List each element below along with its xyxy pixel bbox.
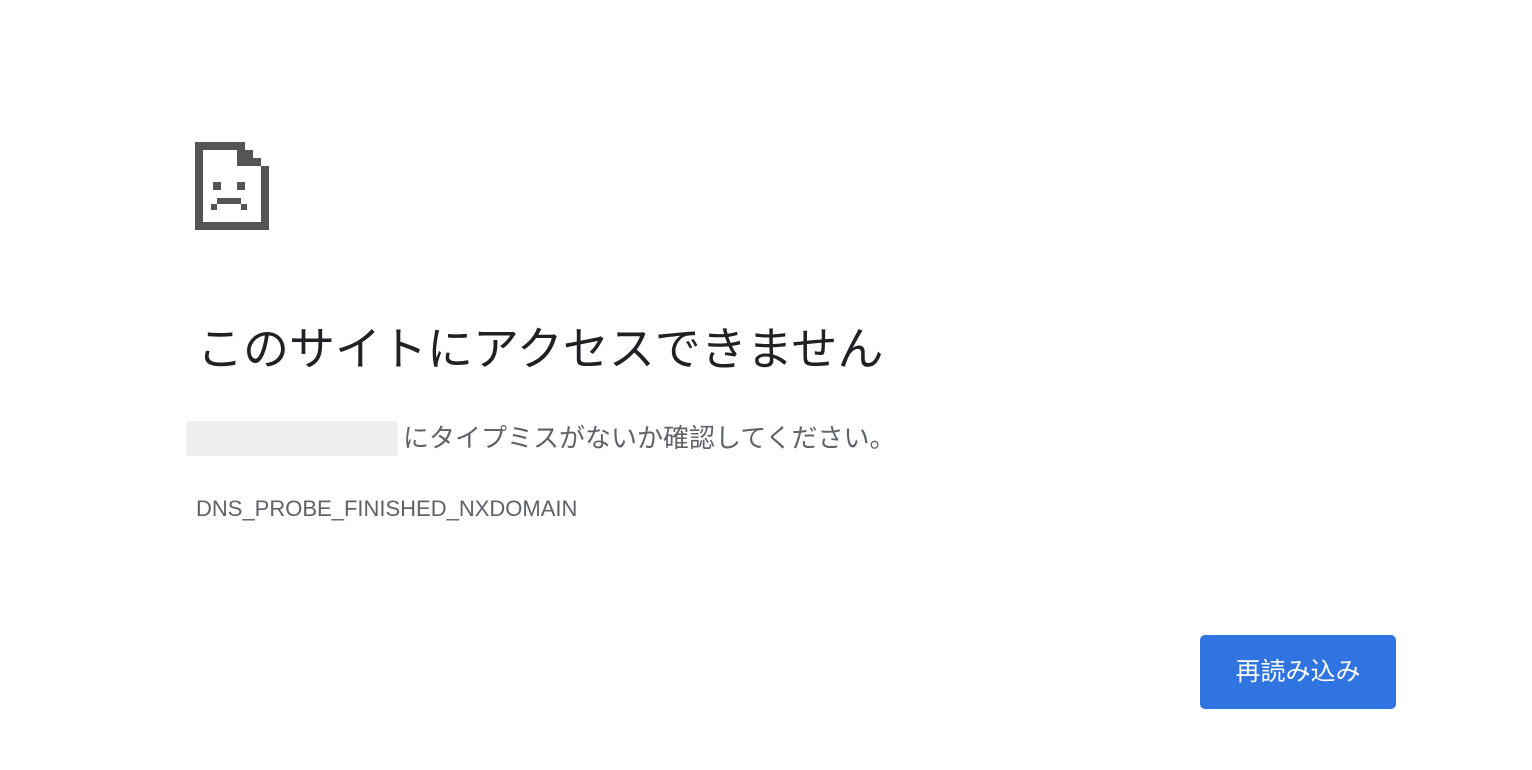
- page-title: このサイトにアクセスできません: [197, 323, 884, 375]
- reload-button[interactable]: 再読み込み: [1200, 635, 1396, 709]
- message-text: にタイプミスがないか確認してください。: [403, 423, 896, 453]
- error-message: にタイプミスがないか確認してください。: [187, 420, 895, 456]
- sad-page-icon: [195, 142, 269, 230]
- error-code: DNS_PROBE_FINISHED_NXDOMAIN: [196, 496, 578, 521]
- redacted-domain: [187, 420, 397, 456]
